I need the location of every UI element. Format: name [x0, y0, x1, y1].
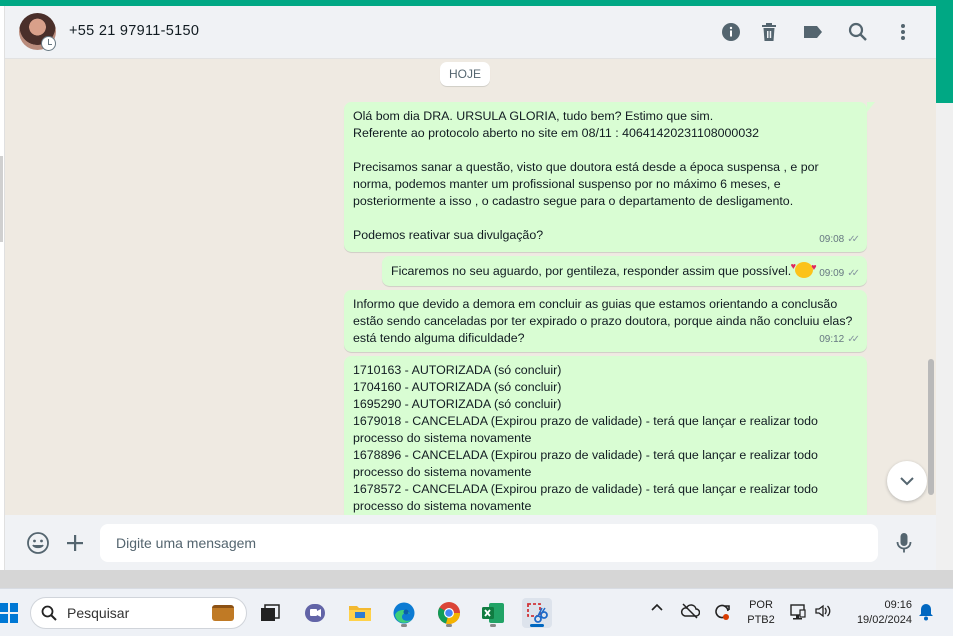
edge-icon[interactable] [389, 598, 419, 628]
clock-time: 09:16 [884, 599, 912, 611]
message-bubble[interactable]: Informo que devido a demora em concluir … [344, 290, 867, 352]
message-input[interactable] [100, 524, 878, 562]
scroll-down-button[interactable] [887, 461, 927, 501]
folder-icon[interactable] [345, 598, 375, 628]
running-indicator [401, 624, 407, 627]
message-time: 09:12 [819, 334, 845, 345]
message-bubble[interactable]: Ficaremos no seu aguardo, por gentileza,… [382, 256, 867, 286]
day-label: HOJE [440, 62, 490, 86]
volume-icon[interactable] [814, 603, 832, 619]
app-side-panel [936, 103, 953, 570]
running-indicator [446, 624, 452, 627]
clock[interactable]: 09:16 19/02/2024 [842, 598, 912, 628]
delete-icon[interactable] [758, 21, 780, 43]
double-check-icon: ✓✓ [847, 268, 860, 279]
message-meta: 09:12 ✓✓ [819, 331, 860, 348]
message-bubble[interactable]: Olá bom dia DRA. URSULA GLORIA, tudo bem… [344, 102, 875, 252]
chat-header: +55 21 97911-5150 [5, 6, 936, 59]
work-app-icon [212, 605, 234, 621]
smiling-face-with-hearts-icon [791, 258, 817, 278]
chat-panel: +55 21 97911-5150 HOJE Olá bom dia DRA. … [5, 6, 936, 570]
message-meta: 09:09 ✓✓ [819, 265, 860, 282]
label-icon[interactable] [802, 21, 824, 43]
notification-bell-icon[interactable] [918, 603, 934, 621]
snipping-tool-icon[interactable] [522, 598, 552, 628]
search-icon [41, 605, 57, 621]
search-icon[interactable] [847, 21, 869, 43]
cloud-offline-icon[interactable] [680, 603, 700, 619]
attach-icon[interactable] [62, 530, 88, 556]
windows-start-icon[interactable] [0, 603, 18, 623]
contact-name[interactable]: +55 21 97911-5150 [69, 23, 199, 39]
message-text: Informo que devido a demora em concluir … [353, 297, 856, 345]
menu-icon[interactable] [892, 21, 914, 43]
file-manager-icon[interactable] [255, 598, 285, 628]
taskbar-search[interactable]: Pesquisar [30, 597, 247, 629]
input-language[interactable]: POR PTB2 [744, 598, 778, 628]
running-indicator [530, 624, 544, 627]
chrome-icon[interactable] [434, 598, 464, 628]
double-check-icon: ✓✓ [847, 234, 860, 245]
language-code: POR [749, 599, 773, 611]
scrollbar[interactable] [928, 359, 934, 495]
running-indicator [490, 624, 496, 627]
composer [5, 515, 936, 570]
message-text: 1710163 - AUTORIZADA (só concluir) 17041… [353, 363, 818, 513]
sync-icon[interactable] [713, 603, 731, 621]
message-text: Olá bom dia DRA. URSULA GLORIA, tudo bem… [353, 109, 819, 242]
message-meta: 09:08 ✓✓ [819, 231, 860, 248]
status-clock-icon [41, 36, 56, 51]
chevron-up-icon[interactable] [651, 603, 663, 611]
teams-icon[interactable] [301, 598, 331, 628]
chat-list-scroll [0, 156, 3, 242]
network-icon[interactable] [789, 603, 807, 621]
mic-icon[interactable] [891, 530, 917, 556]
message-time: 09:09 [819, 268, 845, 279]
excel-icon[interactable] [478, 598, 508, 628]
message-bubble[interactable]: 1710163 - AUTORIZADA (só concluir) 17041… [344, 356, 867, 515]
message-list[interactable]: HOJE Olá bom dia DRA. URSULA GLORIA, tud… [5, 59, 936, 515]
emoji-icon[interactable] [25, 530, 51, 556]
taskbar: Pesquisar POR PTB2 09:16 19/02/2024 [0, 588, 953, 636]
keyboard-layout: PTB2 [747, 614, 775, 626]
bubble-tail [867, 102, 875, 112]
clock-date: 19/02/2024 [856, 614, 912, 626]
double-check-icon: ✓✓ [847, 334, 860, 345]
taskbar-search-label: Pesquisar [67, 605, 130, 621]
message-time: 09:08 [819, 234, 845, 245]
window-bottom-edge [0, 570, 953, 588]
info-icon[interactable] [720, 21, 742, 43]
message-text: Ficaremos no seu aguardo, por gentileza,… [391, 258, 858, 280]
app-accent-side [936, 0, 953, 103]
